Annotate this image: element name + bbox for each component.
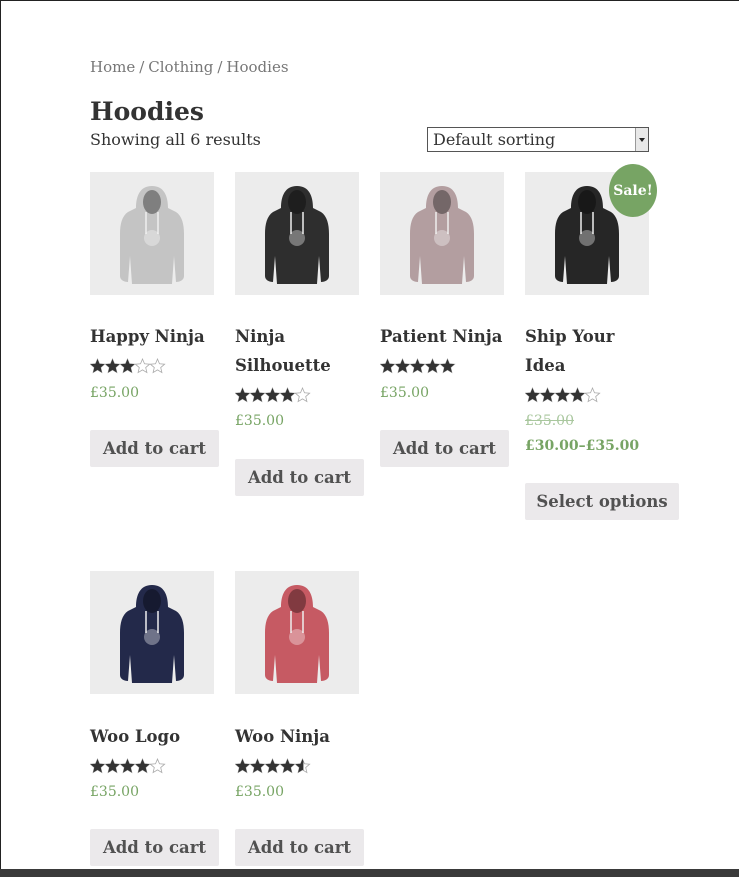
star-outline-icon	[134, 358, 151, 374]
star-filled-icon	[90, 359, 105, 373]
window-left-border	[0, 0, 1, 877]
hood-opening	[433, 190, 451, 214]
star-filled-icon	[380, 359, 395, 373]
star-filled-icon	[525, 388, 540, 402]
add-to-cart-button[interactable]: Add to cart	[90, 829, 219, 866]
add-to-cart-button[interactable]: Add to cart	[235, 829, 364, 866]
product-title[interactable]: Ninja Silhouette	[235, 322, 345, 380]
star-outline-icon	[149, 358, 166, 374]
print-graphic	[289, 230, 305, 246]
star-filled-icon	[570, 388, 585, 402]
breadcrumb: Home / Clothing / Hoodies	[90, 58, 289, 76]
breadcrumb-clothing-link[interactable]: Clothing	[148, 58, 213, 76]
star-rating	[90, 758, 166, 774]
star-filled-icon	[250, 759, 265, 773]
star-filled-icon	[105, 759, 120, 773]
star-rating	[90, 358, 166, 374]
product-title[interactable]: Woo Logo	[90, 722, 218, 751]
chevron-down-icon[interactable]	[635, 128, 648, 151]
add-to-cart-button[interactable]: Add to cart	[380, 430, 509, 467]
star-rating	[235, 387, 311, 403]
hood-opening	[578, 190, 596, 214]
star-filled-icon	[265, 759, 280, 773]
product-price: £35.00	[380, 385, 429, 401]
star-filled-icon	[235, 388, 250, 402]
product-price: £35.00	[235, 784, 284, 800]
breadcrumb-home-link[interactable]: Home	[90, 58, 135, 76]
add-to-cart-button[interactable]: Add to cart	[90, 430, 219, 467]
star-filled-icon	[280, 759, 295, 773]
star-filled-icon	[250, 388, 265, 402]
star-filled-icon	[105, 359, 120, 373]
product-image-woo-logo[interactable]	[90, 571, 214, 694]
star-filled-icon	[265, 388, 280, 402]
sorting-selected-value: Default sorting	[433, 130, 556, 149]
page-title: Hoodies	[90, 97, 204, 126]
star-rating	[525, 387, 601, 403]
star-rating	[235, 758, 311, 774]
print-graphic	[289, 629, 305, 645]
product-price: £35.00	[235, 413, 284, 429]
star-filled-icon	[540, 388, 555, 402]
star-outline-icon	[149, 758, 166, 774]
print-graphic	[579, 230, 595, 246]
hood-opening	[143, 190, 161, 214]
star-filled-icon	[120, 359, 135, 373]
add-to-cart-button[interactable]: Add to cart	[235, 459, 364, 496]
print-graphic	[434, 230, 450, 246]
product-title[interactable]: Woo Ninja	[235, 722, 363, 751]
product-title[interactable]: Patient Ninja	[380, 322, 508, 351]
product-image-happy-ninja[interactable]	[90, 172, 214, 295]
star-filled-icon	[395, 359, 410, 373]
breadcrumb-separator: /	[139, 58, 145, 76]
product-price-old: £35.00	[525, 413, 574, 429]
star-filled-icon	[235, 759, 250, 773]
product-image-woo-ninja[interactable]	[235, 571, 359, 694]
print-graphic	[144, 629, 160, 645]
hood-opening	[288, 190, 306, 214]
sorting-select[interactable]: Default sorting	[427, 127, 649, 152]
print-graphic	[144, 230, 160, 246]
breadcrumb-current: Hoodies	[226, 58, 289, 76]
breadcrumb-separator: /	[217, 58, 223, 76]
product-price: £35.00	[90, 784, 139, 800]
window-top-border	[0, 0, 739, 1]
product-title[interactable]: Ship Your Idea	[525, 322, 625, 380]
product-price-sale: £30.00–£35.00	[525, 438, 640, 454]
select-options-button[interactable]: Select options	[525, 483, 679, 520]
star-filled-icon	[425, 359, 440, 373]
star-filled-icon	[135, 759, 150, 773]
product-title[interactable]: Happy Ninja	[90, 322, 218, 351]
star-filled-icon	[90, 759, 105, 773]
star-filled-icon	[440, 359, 455, 373]
result-count: Showing all 6 results	[90, 130, 261, 149]
window-bottom-bar	[0, 869, 739, 877]
star-filled-icon	[280, 388, 295, 402]
star-outline-icon	[584, 387, 601, 403]
product-image-ninja-silhouette[interactable]	[235, 172, 359, 295]
star-filled-icon	[410, 359, 425, 373]
hood-opening	[143, 589, 161, 613]
product-image-patient-ninja[interactable]	[380, 172, 504, 295]
star-filled-icon	[555, 388, 570, 402]
star-filled-icon	[120, 759, 135, 773]
sale-badge: Sale!	[609, 164, 657, 217]
star-outline-icon	[294, 387, 311, 403]
hood-opening	[288, 589, 306, 613]
star-rating	[380, 358, 456, 374]
product-price: £35.00	[90, 385, 139, 401]
